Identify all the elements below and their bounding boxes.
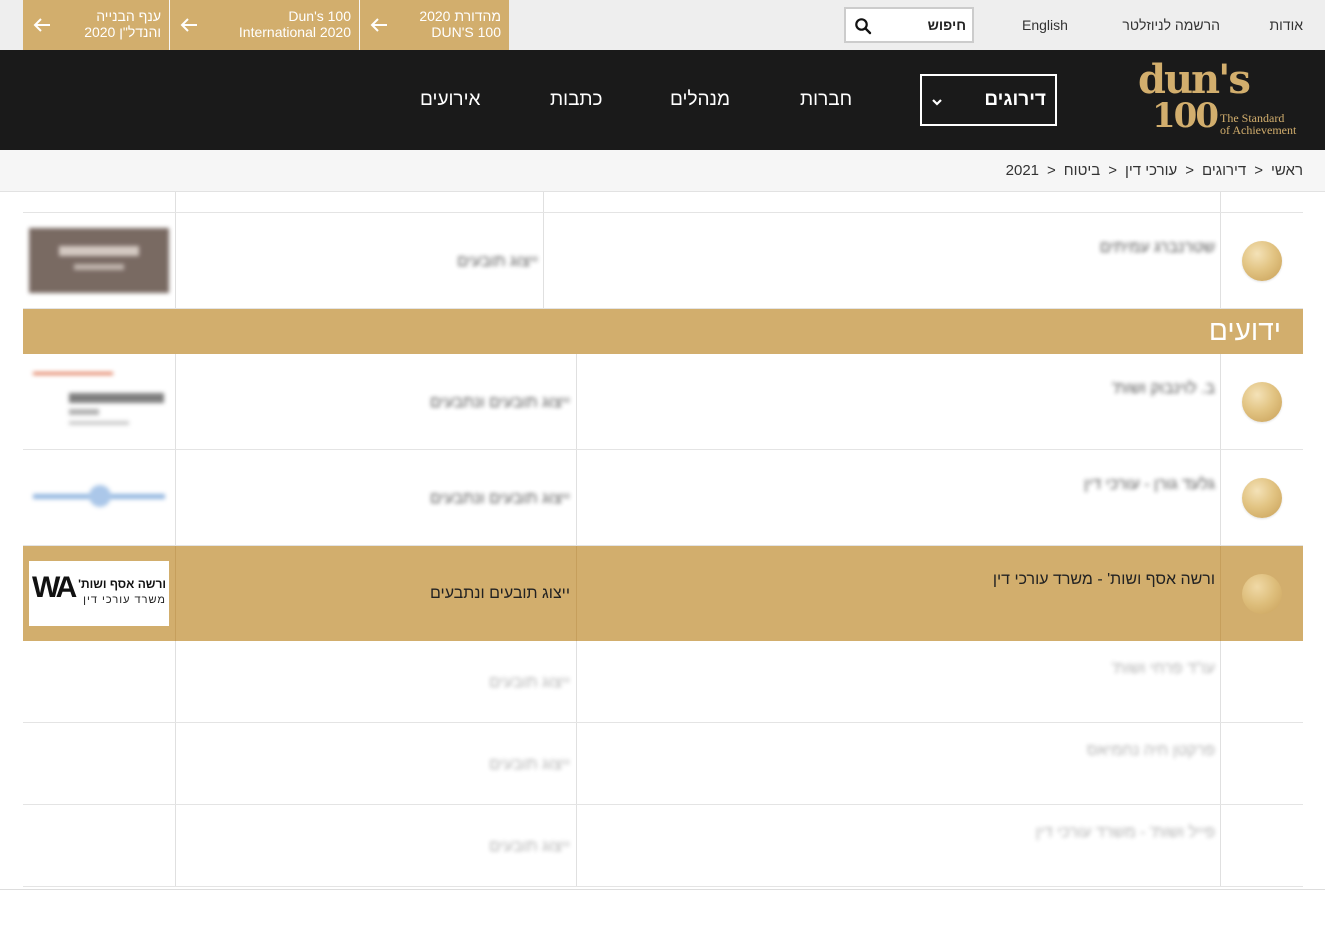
chevron-down-icon [932, 99, 942, 106]
table-row-highlighted[interactable]: ורשה אסף ושות' - משרד עורכי דין ייצוג תו… [23, 546, 1303, 641]
table-row[interactable]: שטרנברג עמיתים ייצוג תובעים [23, 213, 1303, 309]
medal-icon [1242, 574, 1282, 614]
section-header-known: ידועים [23, 309, 1303, 354]
logo-mark-bottom: 100 [1152, 96, 1219, 136]
top-utility-bar: אודות הרשמה לניוזלטר English מהדורת 2020… [0, 0, 1325, 50]
ranking-table: שטרנברג עמיתים ייצוג תובעים ידועים ב. לו… [23, 192, 1303, 890]
newsletter-signup-link[interactable]: הרשמה לניוזלטר [1122, 17, 1220, 33]
breadcrumb-lawyers[interactable]: עורכי דין [1125, 162, 1177, 179]
table-row[interactable]: גלעד גורן - עורכי דין ייצוג תובעים ונתבע… [23, 450, 1303, 546]
medal-icon [1242, 478, 1282, 518]
english-language-link[interactable]: English [1022, 17, 1068, 33]
specialty: ייצוג תובעים [489, 674, 570, 691]
search-box [844, 7, 974, 43]
arrow-left-icon [33, 18, 50, 32]
breadcrumb-separator: < [1047, 162, 1056, 179]
promo-line1: מהדורת 2020 [419, 8, 501, 24]
medal-icon [1242, 241, 1282, 281]
arrow-left-icon [180, 18, 197, 32]
table-row[interactable]: פייל ושות' - משרד עורכי דין ייצוג תובעים [23, 805, 1303, 887]
breadcrumb-insurance[interactable]: ביטוח [1064, 162, 1100, 179]
promo-duns100-2020[interactable]: מהדורת 2020 DUN'S 100 [360, 0, 509, 50]
wa-logo-sub: משרד עורכי דין [83, 594, 166, 606]
promo-line2: International 2020 [238, 24, 351, 40]
breadcrumb-separator: < [1108, 162, 1117, 179]
specialty: ייצוג תובעים ונתבעים [430, 394, 570, 411]
medal-icon [1242, 382, 1282, 422]
arrow-left-icon [370, 18, 387, 32]
firm-name[interactable]: ורשה אסף ושות' - משרד עורכי דין [993, 571, 1215, 589]
search-icon[interactable] [854, 17, 872, 35]
breadcrumb-home[interactable]: ראשי [1271, 162, 1303, 179]
promo-line2: DUN'S 100 [431, 24, 501, 40]
firm-name[interactable]: ב. לוינבוק ושות' [1112, 380, 1215, 398]
firm-name[interactable]: עו"ד פרחי ושות' [1111, 660, 1215, 678]
promo-line2: והנדל"ן 2020 [84, 24, 161, 40]
firm-logo [29, 369, 169, 434]
promo-divider [169, 0, 170, 50]
logo-tagline: The Standard of Achievement [1220, 112, 1296, 136]
logo-mark-top: dun's [1138, 56, 1251, 103]
breadcrumb-year: 2021 [1005, 162, 1040, 179]
breadcrumb-rankings[interactable]: דירוגים [1202, 162, 1246, 179]
firm-name[interactable]: שטרנברג עמיתים [1100, 239, 1215, 257]
rankings-dropdown-label: דירוגים [984, 89, 1046, 110]
nav-item-companies[interactable]: חברות [800, 89, 852, 111]
rankings-dropdown[interactable]: דירוגים [920, 74, 1057, 126]
breadcrumb-separator: < [1185, 162, 1195, 179]
viewport-bottom-divider [0, 889, 1325, 890]
search-input[interactable] [886, 15, 966, 35]
specialty: ייצוג תובעים [457, 253, 538, 270]
specialty: ייצוג תובעים [489, 756, 570, 773]
about-link[interactable]: אודות [1270, 17, 1304, 33]
nav-item-articles[interactable]: כתבות [550, 89, 603, 111]
duns100-logo[interactable]: dun's 100 The Standard of Achievement [1136, 60, 1306, 138]
section-title: ידועים [1208, 315, 1281, 346]
table-row[interactable]: פרקטן חיה נחמיאס ייצוג תובעים [23, 723, 1303, 805]
firm-name[interactable]: גלעד גורן - עורכי דין [1084, 476, 1215, 494]
firm-logo [29, 465, 169, 530]
logo-tagline-line2: of Achievement [1220, 123, 1297, 137]
specialty: ייצוג תובעים ונתבעים [430, 585, 570, 602]
main-navigation: dun's 100 The Standard of Achievement די… [0, 50, 1325, 150]
breadcrumb-separator: < [1254, 162, 1264, 179]
nav-item-events[interactable]: אירועים [420, 89, 480, 111]
table-row [23, 192, 1303, 213]
promo-line1: ענף הבנייה [96, 8, 161, 24]
wa-logo: WA ורשה אסף ושות' משרד עורכי דין [29, 561, 169, 626]
promo-construction-realestate-2020[interactable]: ענף הבנייה והנדל"ן 2020 [23, 0, 169, 50]
firm-name[interactable]: פרקטן חיה נחמיאס [1087, 742, 1215, 760]
promo-line1: Dun's 100 [288, 8, 351, 24]
promo-divider [359, 0, 360, 50]
specialty: ייצוג תובעים [489, 838, 570, 855]
firm-name[interactable]: פייל ושות' - משרד עורכי דין [1036, 824, 1215, 842]
specialty: ייצוג תובעים ונתבעים [430, 490, 570, 507]
nav-item-managers[interactable]: מנהלים [670, 89, 730, 111]
wa-logo-name: ורשה אסף ושות' [78, 577, 166, 591]
table-row[interactable]: עו"ד פרחי ושות' ייצוג תובעים [23, 641, 1303, 723]
promo-international-2020[interactable]: Dun's 100 International 2020 [170, 0, 359, 50]
wa-mark: WA [32, 571, 77, 604]
firm-logo [29, 228, 169, 293]
table-row[interactable]: ב. לוינבוק ושות' ייצוג תובעים ונתבעים [23, 354, 1303, 450]
breadcrumb: ראשי < דירוגים < עורכי דין < ביטוח <2021 [0, 150, 1325, 192]
